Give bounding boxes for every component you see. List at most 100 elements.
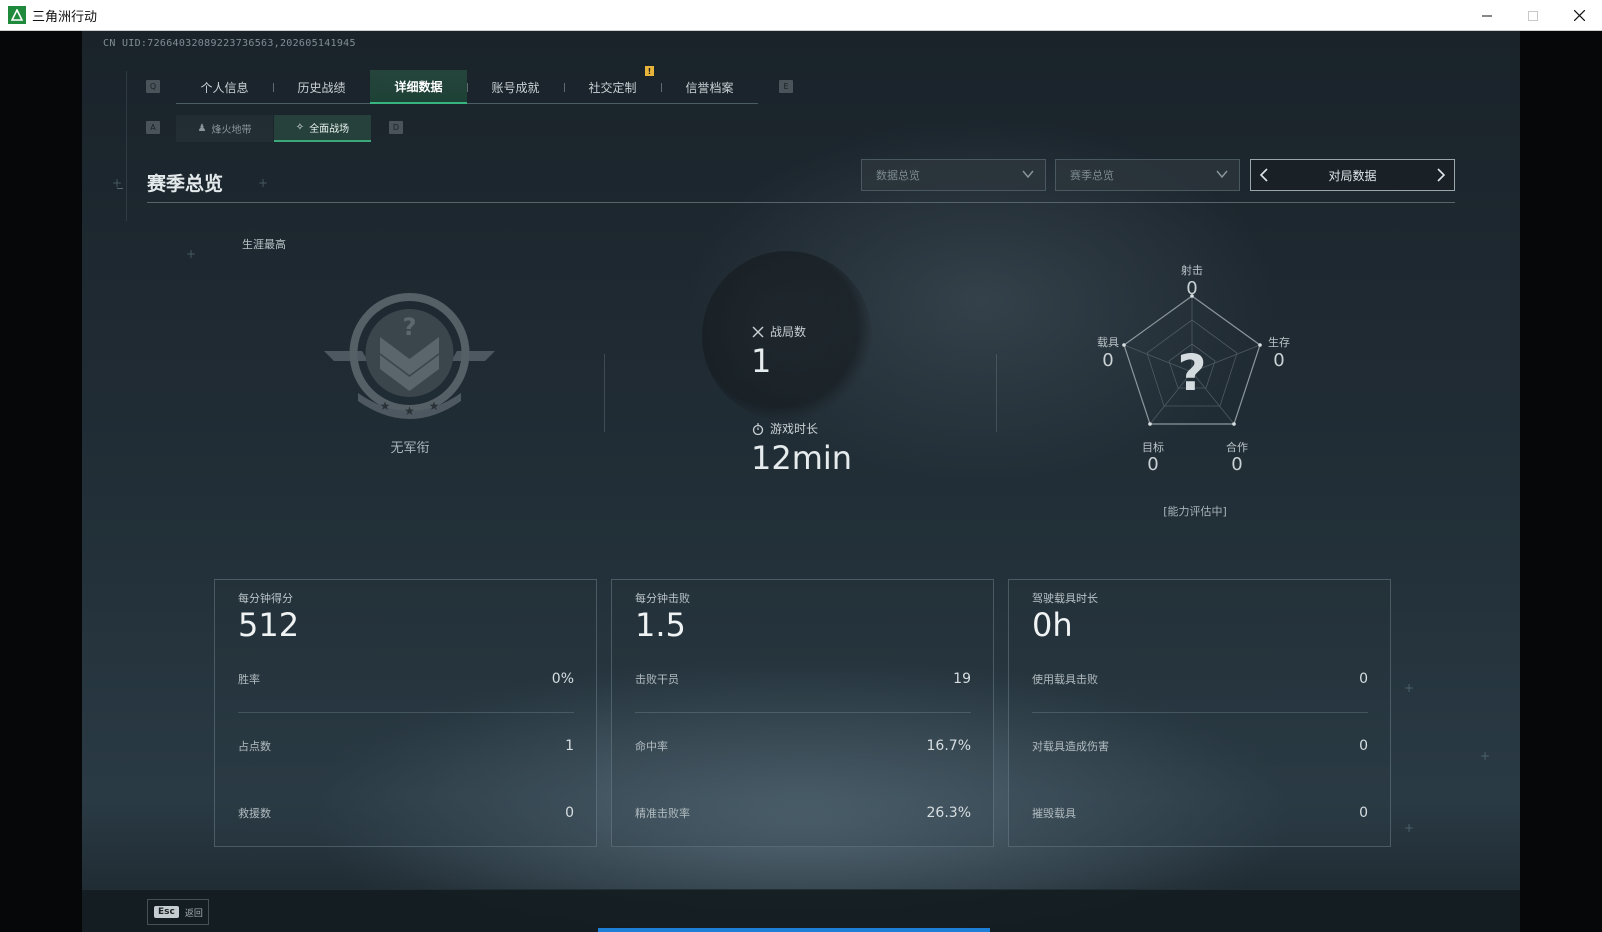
tab-prev-key-hint[interactable]: Q <box>146 80 160 93</box>
stat-card-score: 每分钟得分 512 胜率 0% 占点数 1 救援数 0 <box>214 579 597 847</box>
card-row-label: 精准击败率 <box>635 807 690 820</box>
matches-label: 战局数 <box>770 325 807 339</box>
bottom-bar <box>82 889 1520 932</box>
tab-personal-info[interactable]: 个人信息 <box>176 70 273 104</box>
deco-plus-icon: + <box>1404 681 1415 695</box>
maximize-button[interactable] <box>1510 0 1556 31</box>
card-row: 命中率 16.7% <box>635 738 971 758</box>
matches-stat-header: 战局数 <box>751 323 806 340</box>
person-icon: ♟ <box>197 123 207 134</box>
match-data-pager: 对局数据 <box>1250 159 1455 191</box>
data-type-dropdown-value: 数据总览 <box>876 169 920 182</box>
tab-social-customization-label: 社交定制 <box>588 80 637 95</box>
card-head-label: 每分钟得分 <box>238 592 293 605</box>
radar-label-objective: 目标 <box>1142 441 1164 454</box>
card-row-value: 0 <box>1359 805 1368 821</box>
card-row-value: 0 <box>1359 671 1368 687</box>
close-icon <box>1573 10 1585 21</box>
pager-next-button[interactable] <box>1432 166 1450 184</box>
card-row-label: 摧毁载具 <box>1032 807 1076 820</box>
chevron-down-icon <box>1022 170 1034 179</box>
tab-match-history[interactable]: 历史战绩 <box>273 70 370 104</box>
back-button[interactable]: Esc 返回 <box>147 899 209 925</box>
crosshair-icon: ✧ <box>295 122 305 133</box>
ability-evaluating-note: [能力评估中] <box>1163 505 1227 518</box>
card-head-value: 1.5 <box>635 606 686 644</box>
radar-value-survival: 0 <box>1273 350 1285 371</box>
radar-value-vehicle: 0 <box>1102 350 1114 371</box>
rank-name: 无军衔 <box>390 441 430 456</box>
tab-detailed-data[interactable]: 详细数据 <box>370 70 467 104</box>
minimize-icon <box>1482 15 1492 16</box>
card-row: 击败干员 19 <box>635 671 971 691</box>
deco-plus-icon: + <box>258 176 269 190</box>
notification-badge: ! <box>645 66 654 76</box>
tab-social-customization[interactable]: 社交定制 ! <box>564 66 661 104</box>
season-dropdown[interactable]: 赛季总览 <box>1055 159 1240 191</box>
card-row: 救援数 0 <box>238 805 574 825</box>
tab-credit-record[interactable]: 信誉档案 <box>661 70 758 104</box>
radar-label-shooting: 射击 <box>1181 264 1203 277</box>
stat-card-kills: 每分钟击败 1.5 击败干员 19 命中率 16.7% 精准击败率 26.3% <box>611 579 994 847</box>
subtab-warfare[interactable]: ✧ 全面战场 <box>274 115 371 142</box>
app-logo-icon <box>8 6 26 24</box>
subtab-operations-label: 烽火地带 <box>211 125 252 136</box>
card-head-value: 512 <box>238 606 300 644</box>
subtab-operations[interactable]: ♟ 烽火地带 <box>176 115 273 142</box>
svg-text:★: ★ <box>429 399 440 413</box>
card-row: 胜率 0% <box>238 671 574 691</box>
card-row-value: 16.7% <box>926 738 971 754</box>
deco-line <box>126 71 127 221</box>
card-row-label: 占点数 <box>238 740 271 753</box>
subtab-prev-key-hint[interactable]: A <box>146 121 160 134</box>
section-title: 赛季总览 <box>147 173 224 195</box>
card-row-value: 0 <box>565 805 574 821</box>
playtime-label: 游戏时长 <box>770 422 819 436</box>
chevron-left-icon <box>1259 168 1268 182</box>
card-row: 对载具造成伤害 0 <box>1032 738 1368 758</box>
svg-text:?: ? <box>403 313 417 341</box>
close-button[interactable] <box>1556 0 1602 31</box>
card-row: 占点数 1 <box>238 738 574 758</box>
pager-label: 对局数据 <box>1328 168 1377 183</box>
card-row: 精准击败率 26.3% <box>635 805 971 825</box>
card-row: 摧毁载具 0 <box>1032 805 1368 825</box>
card-head-value: 0h <box>1032 606 1073 644</box>
card-row-label: 使用载具击败 <box>1032 673 1098 686</box>
pager-prev-button[interactable] <box>1255 166 1273 184</box>
deco-plus-icon: + <box>1404 821 1415 835</box>
card-row-label: 胜率 <box>238 673 260 686</box>
chevron-down-icon <box>1216 170 1228 179</box>
matches-value: 1 <box>751 342 772 380</box>
stopwatch-icon <box>751 422 765 436</box>
card-head-label: 驾驶载具时长 <box>1032 592 1098 605</box>
card-row-separator <box>238 712 574 713</box>
tab-achievements[interactable]: 账号成就 <box>467 70 564 104</box>
svg-text:★: ★ <box>404 404 415 418</box>
divider <box>996 354 997 432</box>
card-row: 使用载具击败 0 <box>1032 671 1368 691</box>
subtab-next-key-hint[interactable]: D <box>389 121 403 134</box>
card-row-value: 26.3% <box>926 805 971 821</box>
subtab-warfare-label: 全面战场 <box>309 124 350 135</box>
game-viewport: + + + + + + CN UID:7266403208922373656​3… <box>0 31 1602 932</box>
rank-emblem-icon: ? ★ ★ ★ <box>324 293 495 419</box>
playtime-value: 12min <box>751 439 853 477</box>
radar-value-teamwork: 0 <box>1231 454 1243 475</box>
maximize-icon <box>1528 10 1538 21</box>
data-type-dropdown[interactable]: 数据总览 <box>861 159 1046 191</box>
playtime-stat: 游戏时长 12min <box>751 420 852 477</box>
card-row-value: 1 <box>565 738 574 754</box>
minimize-button[interactable] <box>1464 0 1510 31</box>
stat-card-vehicle: 驾驶载具时长 0h 使用载具击败 0 对载具造成伤害 0 摧毁载具 0 <box>1008 579 1391 847</box>
radar-value-objective: 0 <box>1147 454 1159 475</box>
card-row-value: 19 <box>953 671 971 687</box>
card-row-value: 0 <box>1359 738 1368 754</box>
crossed-swords-icon <box>751 325 765 339</box>
section-divider <box>117 188 1455 203</box>
radar-label-survival: 生存 <box>1268 336 1290 349</box>
chevron-right-icon <box>1437 168 1446 182</box>
esc-key-hint: Esc <box>154 906 179 918</box>
tab-next-key-hint[interactable]: E <box>779 80 793 93</box>
main-tabs: 个人信息 历史战绩 详细数据 账号成就 社交定制 ! 信誉档案 <box>176 66 758 104</box>
